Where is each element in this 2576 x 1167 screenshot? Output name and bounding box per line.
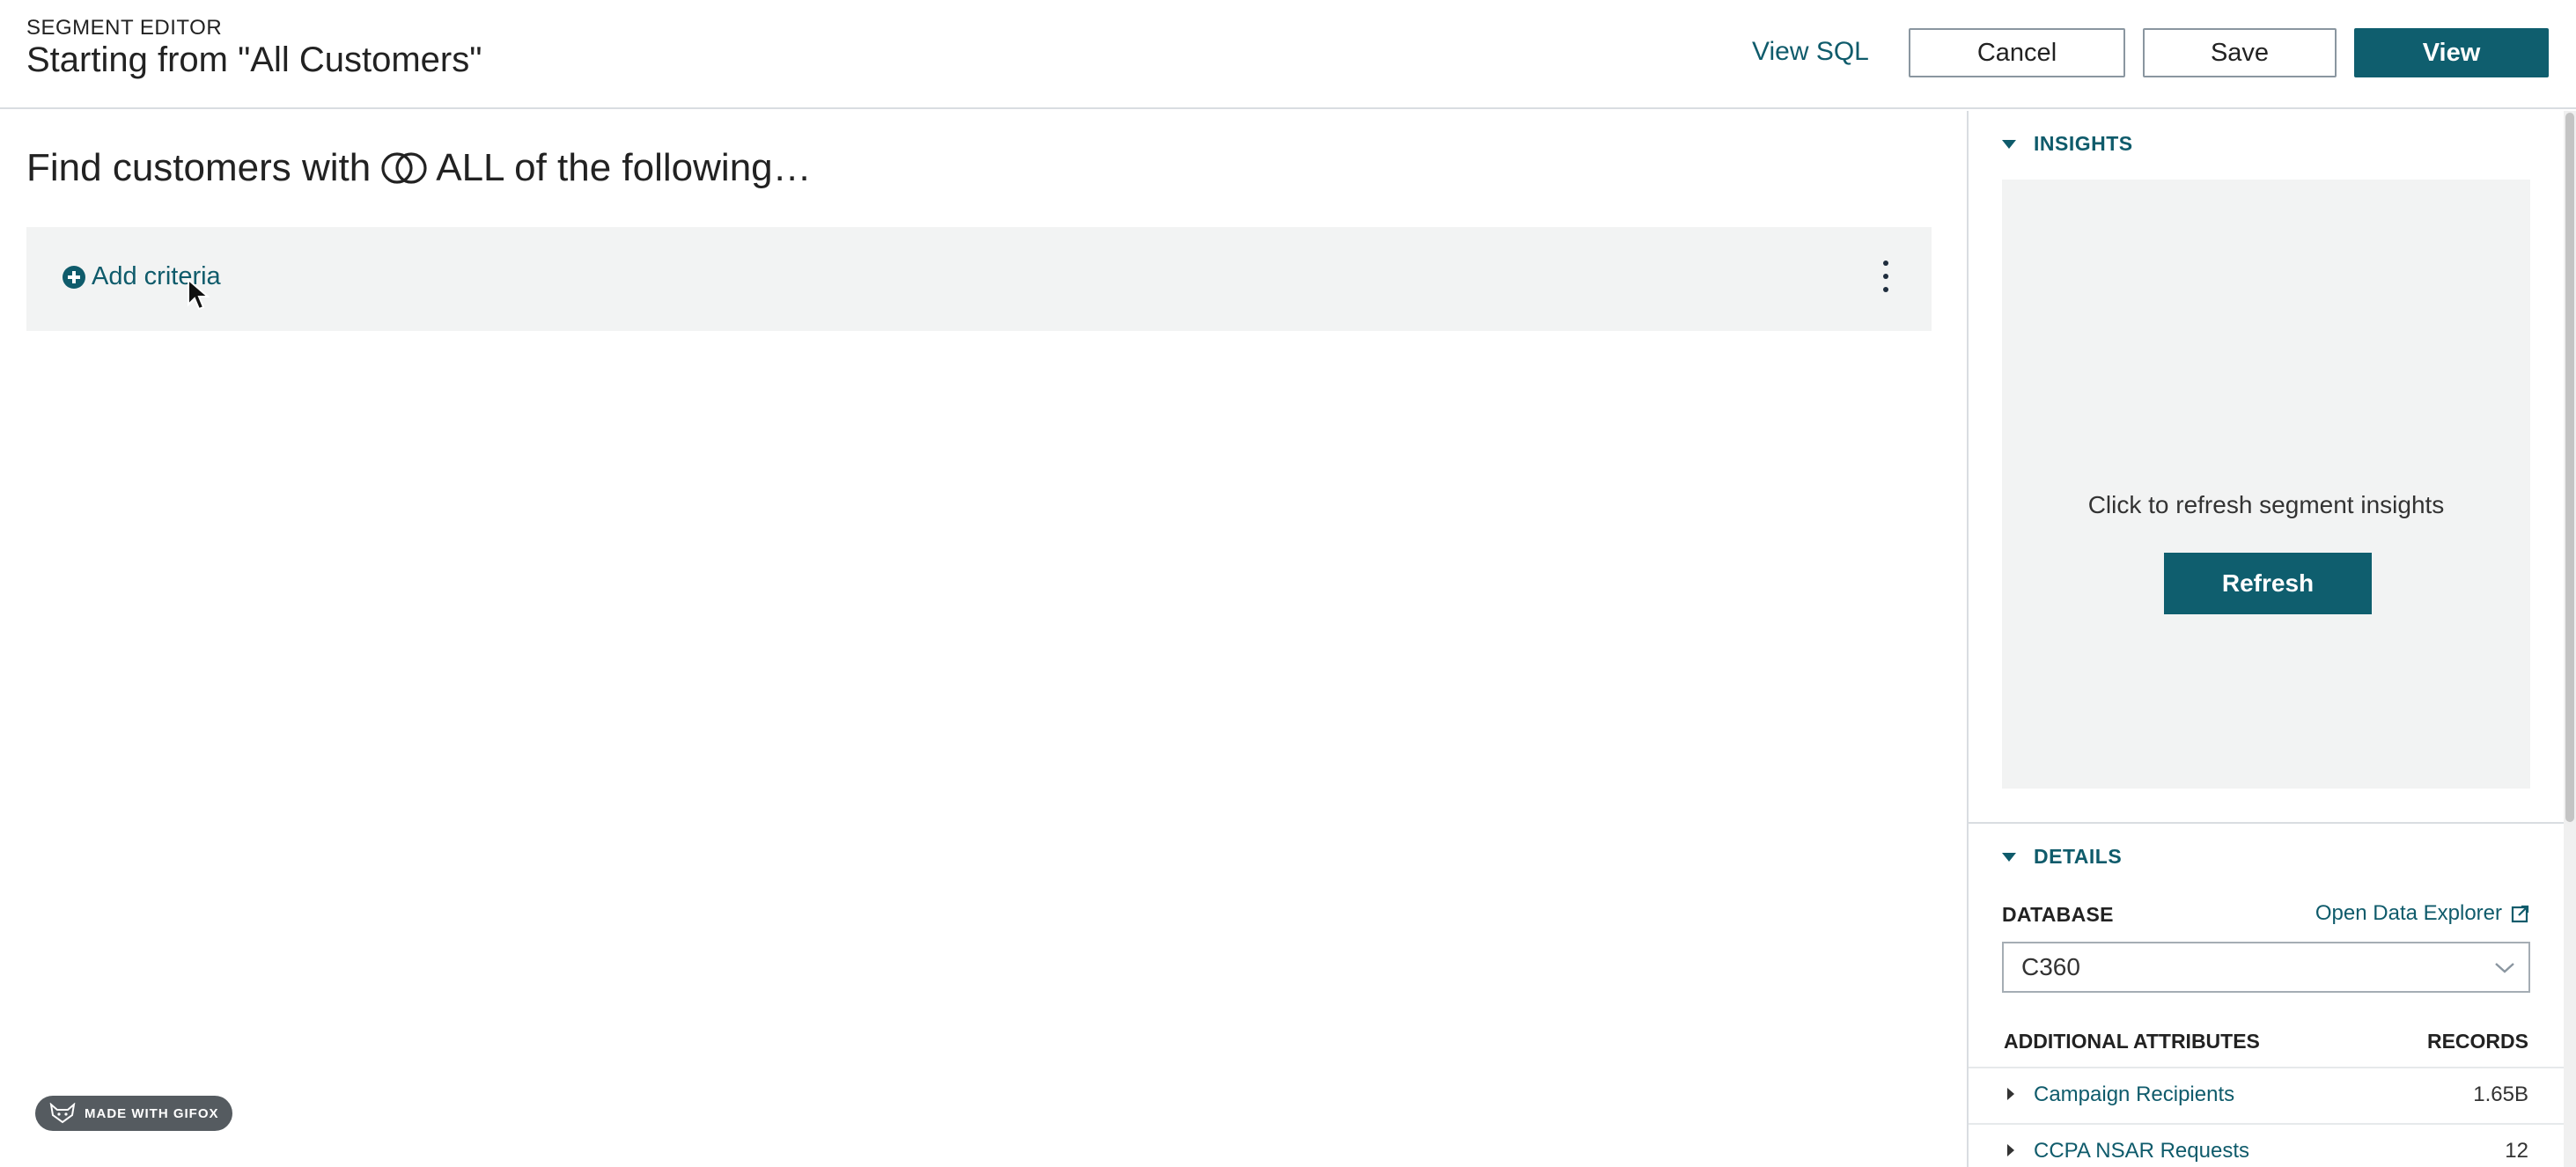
insights-box: Click to refresh segment insights Refres… (2002, 180, 2530, 789)
scrollbar-thumb[interactable] (2565, 113, 2574, 822)
right-panel: INSIGHTS Click to refresh segment insigh… (1967, 111, 2576, 1167)
view-button[interactable]: View (2354, 28, 2549, 77)
caret-right-icon[interactable] (2007, 1088, 2014, 1100)
panel-scrollbar[interactable] (2564, 111, 2576, 1167)
page-title: Starting from "All Customers" (26, 40, 482, 79)
plus-circle-icon (63, 265, 85, 289)
attribute-row[interactable]: Campaign Recipients 1.65B (1969, 1067, 2576, 1121)
attribute-records: 12 (2505, 1139, 2528, 1163)
editor-eyebrow: SEGMENT EDITOR (26, 16, 223, 40)
view-sql-link[interactable]: View SQL (1752, 37, 1869, 67)
insights-heading: INSIGHTS (2034, 132, 2133, 155)
attribute-row[interactable]: CCPA NSAR Requests 12 (1969, 1123, 2576, 1167)
external-link-icon (2511, 905, 2529, 923)
cancel-button[interactable]: Cancel (1909, 28, 2125, 77)
database-select-value: C360 (2021, 953, 2080, 980)
attribute-name[interactable]: Campaign Recipients (2034, 1083, 2234, 1107)
gifox-watermark: MADE WITH GIFOX (35, 1096, 232, 1131)
kebab-menu-icon[interactable] (1880, 261, 1891, 292)
database-select[interactable]: C360 (2002, 942, 2530, 993)
attributes-header: ADDITIONAL ATTRIBUTES RECORDS (2004, 1030, 2528, 1053)
gifox-fox-icon (49, 1103, 76, 1124)
caret-down-icon (2002, 139, 2016, 149)
criteria-heading-prefix: Find customers with (26, 146, 372, 189)
save-button[interactable]: Save (2143, 28, 2337, 77)
insights-toggle[interactable]: INSIGHTS (2002, 132, 2133, 156)
caret-down-icon (2002, 852, 2016, 862)
chevron-down-icon (2495, 963, 2514, 973)
venn-all-icon[interactable] (379, 150, 429, 186)
open-data-explorer-link[interactable]: Open Data Explorer (2315, 901, 2530, 926)
caret-right-icon[interactable] (2007, 1144, 2014, 1156)
header: SEGMENT EDITOR Starting from "All Custom… (0, 0, 2576, 109)
details-heading: DETAILS (2034, 845, 2123, 868)
attributes-label: ADDITIONAL ATTRIBUTES (2004, 1030, 2260, 1053)
records-label: RECORDS (2426, 1030, 2528, 1053)
attribute-records: 1.65B (2473, 1083, 2528, 1106)
segment-builder: Find customers with ALL of the following… (0, 111, 1967, 1167)
database-label: DATABASE (2002, 903, 2114, 926)
attribute-name[interactable]: CCPA NSAR Requests (2034, 1139, 2249, 1163)
section-divider (1969, 822, 2576, 824)
mouse-cursor-icon (188, 278, 210, 311)
details-toggle[interactable]: DETAILS (2002, 845, 2122, 869)
open-data-explorer-label: Open Data Explorer (2315, 901, 2502, 925)
criteria-heading-suffix: ALL of the following… (436, 146, 812, 189)
criteria-container: Add criteria (26, 227, 1932, 331)
criteria-heading: Find customers with ALL of the following… (26, 146, 812, 190)
refresh-button[interactable]: Refresh (2164, 553, 2372, 614)
gifox-watermark-text: MADE WITH GIFOX (85, 1105, 219, 1121)
insights-message: Click to refresh segment insights (2087, 491, 2445, 518)
